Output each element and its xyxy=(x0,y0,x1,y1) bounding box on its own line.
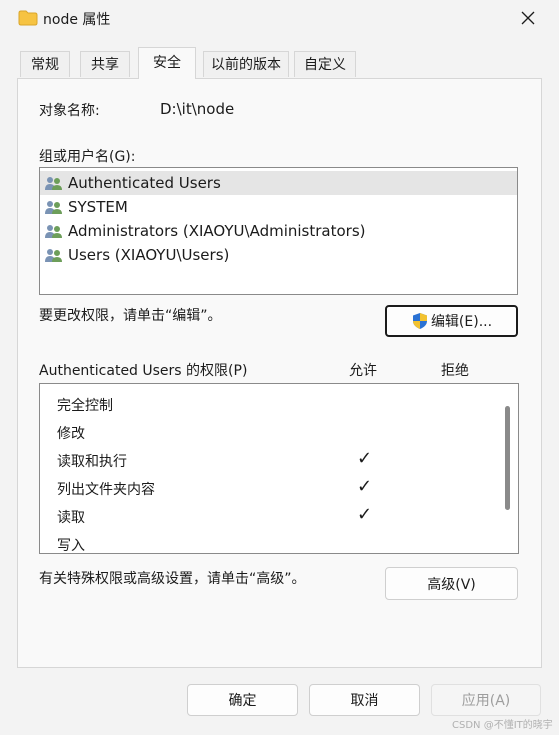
users-group-icon xyxy=(45,201,62,214)
permission-modify: 修改 xyxy=(57,426,85,442)
apply-button[interactable]: 应用(A) xyxy=(431,684,541,716)
window-title: node 属性 xyxy=(43,12,111,28)
folder-icon xyxy=(18,10,38,26)
tab-previous-versions[interactable]: 以前的版本 xyxy=(203,51,289,77)
users-group-icon xyxy=(45,177,62,190)
advanced-hint: 有关特殊权限或高级设置，请单击“高级”。 xyxy=(39,571,306,587)
uac-shield-icon xyxy=(412,313,427,329)
scrollbar-thumb[interactable] xyxy=(505,406,510,510)
object-name-label: 对象名称: xyxy=(39,103,100,119)
tab-customize[interactable]: 自定义 xyxy=(294,51,356,77)
ok-button-label: 确定 xyxy=(228,693,257,709)
apply-button-label: 应用(A) xyxy=(461,693,511,709)
advanced-button-label: 高级(V) xyxy=(427,576,476,593)
list-item[interactable]: Administrators (XIAOYU\Administrators) xyxy=(40,219,535,243)
tab-security[interactable]: 安全 xyxy=(138,47,196,79)
permission-read: 读取 xyxy=(57,510,85,526)
tab-general[interactable]: 常规 xyxy=(20,51,70,77)
user-name: Authenticated Users xyxy=(68,174,221,192)
allow-checkmark: ✓ xyxy=(357,448,373,469)
advanced-button[interactable]: 高级(V) xyxy=(385,567,518,600)
deny-column-header: 拒绝 xyxy=(441,363,469,379)
edit-hint: 要更改权限，请单击“编辑”。 xyxy=(39,308,222,324)
allow-checkmark: ✓ xyxy=(357,504,373,525)
user-name: SYSTEM xyxy=(68,198,128,216)
allow-column-header: 允许 xyxy=(349,363,377,379)
permission-read-execute: 读取和执行 xyxy=(57,454,127,470)
user-name: Administrators (XIAOYU\Administrators) xyxy=(68,222,366,240)
list-item[interactable]: SYSTEM xyxy=(40,195,535,219)
cancel-button[interactable]: 取消 xyxy=(309,684,420,716)
permission-full-control: 完全控制 xyxy=(57,398,113,414)
object-name-value: D:\it\node xyxy=(160,100,235,118)
edit-button-label: 编辑(E)... xyxy=(430,314,493,330)
close-button[interactable] xyxy=(510,4,546,32)
users-group-icon xyxy=(45,225,62,238)
user-name: Users (XIAOYU\Users) xyxy=(68,246,230,264)
list-item[interactable]: Authenticated Users xyxy=(40,171,517,195)
list-item[interactable]: Users (XIAOYU\Users) xyxy=(40,243,535,267)
ok-button[interactable]: 确定 xyxy=(187,684,298,716)
allow-checkmark: ✓ xyxy=(357,476,373,497)
users-list[interactable]: Authenticated Users SYSTEM Administrator… xyxy=(39,167,518,295)
edit-button[interactable]: 编辑(E)... xyxy=(385,305,518,337)
users-group-icon xyxy=(45,249,62,262)
permission-list-folder: 列出文件夹内容 xyxy=(57,482,155,498)
cancel-button-label: 取消 xyxy=(350,693,379,709)
watermark: CSDN @不懂IT的晓宇 xyxy=(452,720,553,731)
tab-sharing[interactable]: 共享 xyxy=(80,51,130,77)
users-label: 组或用户名(G): xyxy=(39,149,136,165)
permission-write: 写入 xyxy=(57,538,85,554)
permissions-label: Authenticated Users 的权限(P) xyxy=(39,363,248,379)
close-icon xyxy=(521,11,535,25)
